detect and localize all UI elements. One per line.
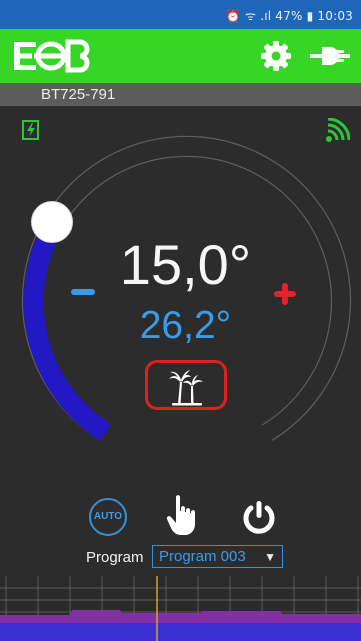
hand-pointer-icon[interactable]: [165, 493, 203, 537]
setpoint-band: [0, 623, 361, 641]
gear-icon[interactable]: [260, 40, 292, 72]
program-label: Program: [86, 549, 144, 566]
current-temperature: 26,2°: [139, 304, 232, 347]
program-selected-value: Program 003: [159, 548, 246, 565]
auto-button[interactable]: AUTO: [89, 498, 127, 536]
palm-tree-icon: [169, 370, 203, 406]
auto-label: AUTO: [93, 511, 123, 522]
app-logo: [14, 39, 90, 73]
setpoint-temperature: 15,0°: [119, 233, 252, 296]
program-row: Program Program 003 ▼: [86, 545, 296, 571]
temperature-history-graph: [0, 576, 361, 641]
chevron-down-icon: ▼: [264, 550, 276, 564]
plug-icon[interactable]: [308, 42, 352, 70]
device-bar: BT725-791: [0, 83, 361, 106]
program-select[interactable]: Program 003 ▼: [152, 545, 283, 568]
power-icon[interactable]: [239, 498, 279, 538]
status-bar: ⏰ ᯤ .ıl 47% ▮ 10:03: [0, 0, 361, 29]
app-bar: [0, 29, 361, 83]
status-text: ⏰ ᯤ .ıl 47% ▮ 10:03: [225, 9, 353, 23]
device-name: BT725-791: [41, 86, 116, 103]
